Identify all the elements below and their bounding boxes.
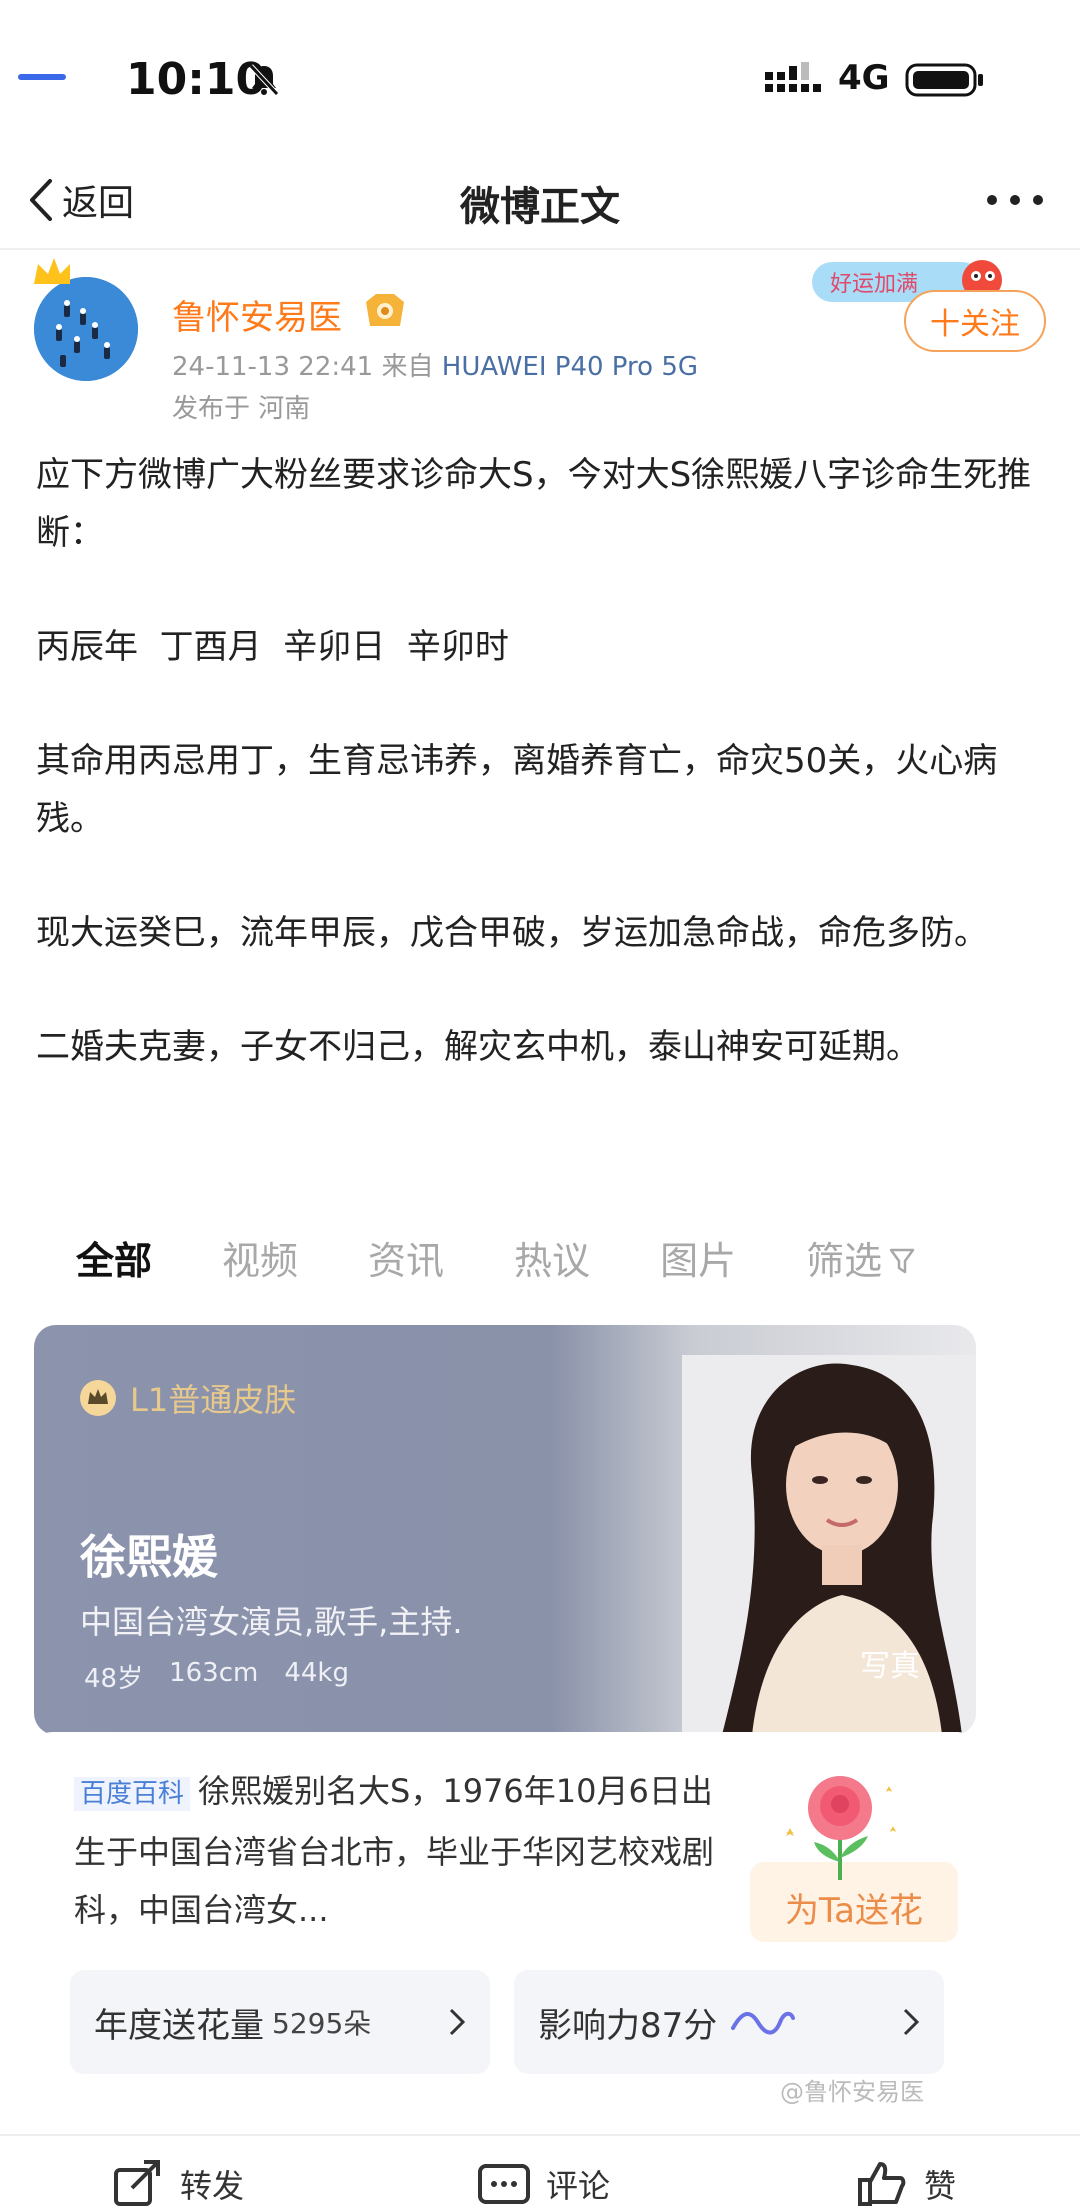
tab-video[interactable]: 视频 [222,1230,298,1310]
chevron-right-icon [449,2008,466,2036]
author-name[interactable]: 鲁怀安易医 [172,290,342,339]
active-tab-indicator [18,74,66,80]
device-label[interactable]: HUAWEI P40 Pro 5G [442,352,698,382]
battery-icon [905,63,983,97]
from-label: 来自 [381,352,434,382]
bell-muted-icon [249,64,279,96]
stat-height: 163cm [169,1658,259,1688]
post-body: 应下方微博广大粉丝要求诊命大S，今对大S徐熙媛八字诊命生死推断： 丙辰年 丁酉月… [36,446,1046,1076]
chevron-right-icon [903,2008,920,2036]
signal-icon [765,62,821,92]
post-paragraph: 二婚夫克妻，子女不归己，解灾玄中机，泰山神安可延期。 [36,1027,920,1067]
tab-hot[interactable]: 热议 [514,1230,590,1310]
tab-news[interactable]: 资讯 [368,1230,444,1310]
baike-tag: 百度百科 [74,1777,191,1811]
skin-badge: L1普通皮肤 [78,1375,296,1421]
post-paragraph: 丙辰年 丁酉月 辛卯日 辛卯时 [36,627,509,667]
page-title: 微博正文 [460,184,620,230]
like-button[interactable]: 赞 [854,2156,956,2208]
like-label: 赞 [924,2167,957,2205]
comment-button[interactable]: 评论 [476,2156,610,2208]
photo-label[interactable]: 写真 [860,1641,920,1685]
stat-age: 48岁 [84,1664,144,1694]
luck-badge-text: 好运加满 [830,272,918,297]
crown-icon [34,258,70,284]
portrait-image [682,1355,976,1735]
baike-hero-card[interactable]: L1普通皮肤 徐熙媛 中国台湾女演员,歌手,主持. 48岁 163cm 44kg… [34,1325,976,1735]
stat-weight: 44kg [284,1658,349,1688]
repost-label: 转发 [180,2167,245,2205]
follow-button[interactable]: 十关注 [904,290,1046,352]
rose-icon [786,1776,896,1880]
post-paragraph: 应下方微博广大粉丝要求诊命大S，今对大S徐熙媛八字诊命生死推断： [36,455,1032,553]
annual-flower-pill[interactable]: 年度送花量 5295朵 [70,1970,490,2074]
embedded-tab-bar: 全部 视频 资讯 热议 图片 筛选 [76,1230,986,1310]
wave-icon [731,2011,796,2035]
action-bar: 转发 评论 赞 [0,2134,1080,2208]
flower-box: 为Ta送花 [724,1762,976,1972]
nav-bar: 返回 微博正文 [0,150,1080,250]
post-paragraph: 其命用丙忌用丁，生育忌讳养，离婚养育亡，命灾50关，火心病残。 [36,741,998,839]
tab-filter-label: 筛选 [806,1239,883,1283]
network-label: 4G [838,58,890,98]
influence-pill[interactable]: 影响力87分 [514,1970,944,2074]
comment-label: 评论 [546,2167,611,2205]
person-description: 中国台湾女演员,歌手,主持. [80,1603,463,1641]
baike-text[interactable]: 百度百科 徐熙媛别名大S，1976年10月6日出生于中国台湾省台北市，毕业于华冈艺… [74,1762,734,1939]
skin-crown-icon [80,1380,116,1416]
filter-icon [889,1248,915,1274]
more-icon[interactable] [980,172,1050,228]
watermark: @鲁怀安易医 [780,2078,924,2106]
influence-label: 影响力87分 [538,2005,718,2046]
flower-label: 年度送花量 [94,2005,264,2046]
status-bar: 10:10 4G [0,0,1080,150]
repost-button[interactable]: 转发 [110,2156,244,2208]
tab-filter[interactable]: 筛选 [806,1230,916,1310]
skin-label: L1普通皮肤 [130,1381,297,1419]
vip-badge-icon [366,294,404,326]
flower-count: 5295朵 [272,2007,372,2040]
post-meta: 24-11-13 22:41 来自 HUAWEI P40 Pro 5G [172,346,698,383]
tab-images[interactable]: 图片 [660,1230,736,1310]
post-paragraph: 现大运癸巳，流年甲辰，戊合甲破，岁运加急命战，命危多防。 [36,913,988,953]
person-stats: 48岁 163cm 44kg [84,1658,349,1695]
repost-icon [114,2160,160,2206]
person-name: 徐熙媛 [80,1530,218,1584]
post-location: 发布于 河南 [172,394,311,424]
thumbs-up-icon [858,2162,906,2206]
post-date: 24-11-13 22:41 [172,352,374,382]
comment-icon [478,2164,530,2204]
tab-all[interactable]: 全部 [76,1230,152,1310]
